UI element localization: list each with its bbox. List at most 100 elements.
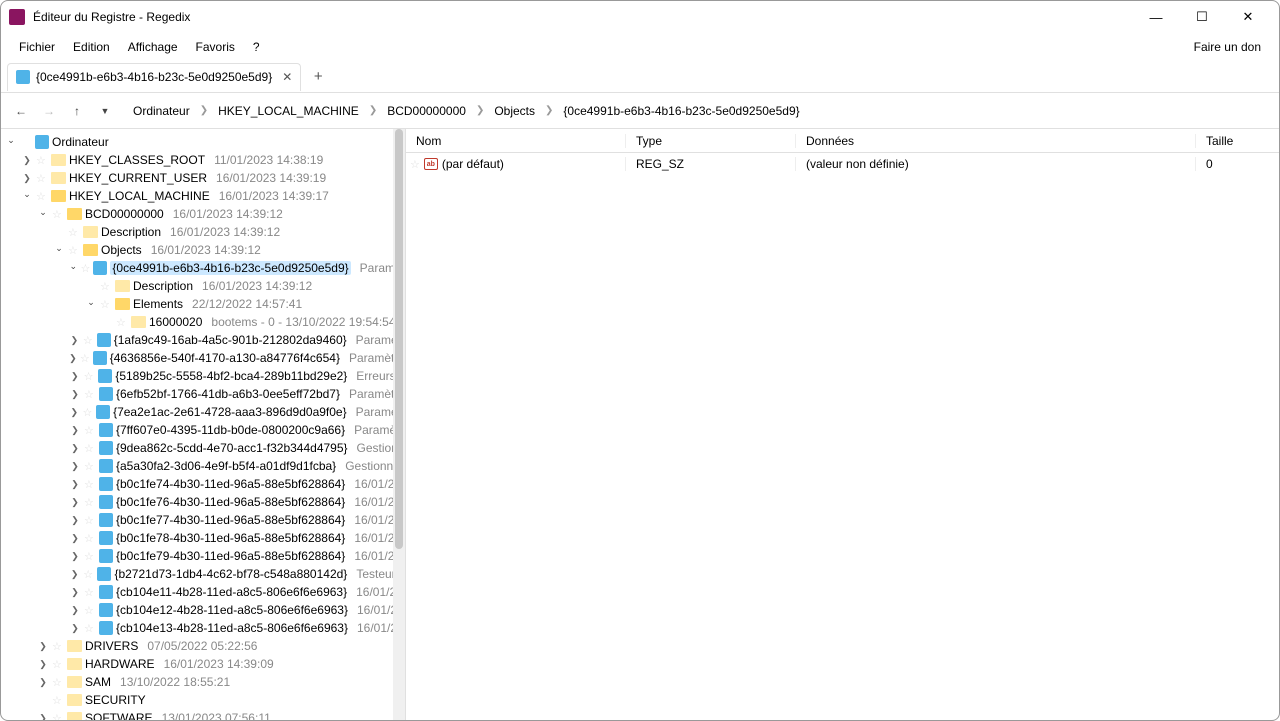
tab-active[interactable]: {0ce4991b-e6b3-4b16-b23c-5e0d9250e5d9} ✕: [7, 63, 301, 91]
star-icon[interactable]: ☆: [84, 514, 96, 527]
expand-icon[interactable]: ❯: [69, 371, 81, 382]
tree-row[interactable]: ❯☆{b0c1fe74-4b30-11ed-96a5-88e5bf628864}…: [1, 475, 405, 493]
tree-row[interactable]: ❯☆{1afa9c49-16ab-4a5c-901b-212802da9460}…: [1, 331, 405, 349]
col-name[interactable]: Nom: [406, 134, 626, 148]
expand-icon[interactable]: ❯: [69, 443, 81, 454]
tree-row[interactable]: ❯☆HKEY_CLASSES_ROOT11/01/2023 14:38:19: [1, 151, 405, 169]
expand-icon[interactable]: ❯: [69, 623, 81, 634]
tab-add-button[interactable]: +: [305, 64, 331, 90]
star-icon[interactable]: ☆: [100, 280, 112, 293]
back-button[interactable]: ←: [9, 99, 33, 123]
expand-icon[interactable]: ❯: [21, 173, 33, 184]
expand-icon[interactable]: ❯: [69, 569, 80, 580]
expand-icon[interactable]: ❯: [69, 515, 81, 526]
col-type[interactable]: Type: [626, 134, 796, 148]
tree-row[interactable]: ☆16000020bootems - 0 - 13/10/2022 19:54:…: [1, 313, 405, 331]
value-row[interactable]: ☆ ab (par défaut) REG_SZ (valeur non déf…: [406, 153, 1279, 175]
maximize-button[interactable]: ☐: [1179, 1, 1225, 33]
close-button[interactable]: ✕: [1225, 1, 1271, 33]
crumb-guid[interactable]: {0ce4991b-e6b3-4b16-b23c-5e0d9250e5d9}: [563, 104, 799, 118]
collapse-icon[interactable]: ⌄: [21, 189, 33, 200]
tree-row[interactable]: ❯☆SAM13/10/2022 18:55:21: [1, 673, 405, 691]
expand-icon[interactable]: ❯: [69, 479, 81, 490]
star-icon[interactable]: ☆: [84, 532, 96, 545]
scroll-thumb[interactable]: [395, 129, 403, 549]
expand-icon[interactable]: ❯: [69, 407, 80, 418]
star-icon[interactable]: ☆: [84, 388, 96, 401]
donate-link[interactable]: Faire un don: [1194, 40, 1271, 54]
star-icon[interactable]: ☆: [36, 190, 48, 203]
tree-row[interactable]: ❯☆{9dea862c-5cdd-4e70-acc1-f32b344d4795}…: [1, 439, 405, 457]
collapse-icon[interactable]: ⌄: [69, 261, 78, 272]
tree-row[interactable]: ❯☆{b0c1fe78-4b30-11ed-96a5-88e5bf628864}…: [1, 529, 405, 547]
tree-row[interactable]: ☆SECURITY: [1, 691, 405, 709]
star-icon[interactable]: ☆: [84, 586, 96, 599]
star-icon[interactable]: ☆: [83, 406, 94, 419]
tree-row[interactable]: ❯☆{b0c1fe79-4b30-11ed-96a5-88e5bf628864}…: [1, 547, 405, 565]
expand-icon[interactable]: ❯: [69, 461, 81, 472]
collapse-icon[interactable]: ⌄: [85, 297, 97, 308]
dropdown-icon[interactable]: ▼: [93, 99, 117, 123]
star-icon[interactable]: ☆: [80, 352, 90, 365]
scrollbar[interactable]: [393, 129, 405, 720]
menu-view[interactable]: Affichage: [128, 40, 178, 54]
tree-row[interactable]: ❯☆{b0c1fe76-4b30-11ed-96a5-88e5bf628864}…: [1, 493, 405, 511]
tree-row[interactable]: ⌄☆BCD0000000016/01/2023 14:39:12: [1, 205, 405, 223]
expand-icon[interactable]: ❯: [69, 605, 81, 616]
star-icon[interactable]: ☆: [84, 550, 96, 563]
star-icon[interactable]: ☆: [83, 568, 94, 581]
expand-icon[interactable]: ❯: [69, 335, 80, 346]
col-size[interactable]: Taille: [1196, 134, 1279, 148]
star-icon[interactable]: ☆: [84, 496, 96, 509]
tree-row[interactable]: ❯☆{7ff607e0-4395-11db-b0de-0800200c9a66}…: [1, 421, 405, 439]
expand-icon[interactable]: ❯: [69, 425, 81, 436]
expand-icon[interactable]: ❯: [69, 353, 77, 364]
tree-row[interactable]: ❯☆{cb104e13-4b28-11ed-a8c5-806e6f6e6963}…: [1, 619, 405, 637]
col-data[interactable]: Données: [796, 134, 1196, 148]
star-icon[interactable]: ☆: [36, 172, 48, 185]
tree-row[interactable]: ❯☆{a5a30fa2-3d06-4e9f-b5f4-a01df9d1fcba}…: [1, 457, 405, 475]
expand-icon[interactable]: ❯: [69, 587, 81, 598]
star-icon[interactable]: ☆: [83, 334, 94, 347]
expand-icon[interactable]: ❯: [69, 389, 81, 400]
crumb-objects[interactable]: Objects: [494, 104, 535, 118]
expand-icon[interactable]: ❯: [21, 155, 33, 166]
expand-icon[interactable]: ❯: [37, 677, 49, 688]
expand-icon[interactable]: ❯: [69, 551, 81, 562]
tree-row[interactable]: ❯☆SOFTWARE13/01/2023 07:56:11: [1, 709, 405, 720]
star-icon[interactable]: ☆: [84, 442, 96, 455]
star-icon[interactable]: ☆: [68, 226, 80, 239]
tree-row[interactable]: ⌄☆HKEY_LOCAL_MACHINE16/01/2023 14:39:17: [1, 187, 405, 205]
tree-row[interactable]: ❯☆{5189b25c-5558-4bf2-bca4-289b11bd29e2}…: [1, 367, 405, 385]
collapse-icon[interactable]: ⌄: [53, 243, 65, 254]
tree-row[interactable]: ❯☆{6efb52bf-1766-41db-a6b3-0ee5eff72bd7}…: [1, 385, 405, 403]
expand-icon[interactable]: ❯: [37, 641, 49, 652]
tree-row[interactable]: ❯☆{4636856e-540f-4170-a130-a84776f4c654}…: [1, 349, 405, 367]
crumb-bcd[interactable]: BCD00000000: [387, 104, 466, 118]
tree-row[interactable]: ❯☆HARDWARE16/01/2023 14:39:09: [1, 655, 405, 673]
star-icon[interactable]: ☆: [84, 604, 96, 617]
star-icon[interactable]: ☆: [84, 478, 96, 491]
tree-row[interactable]: ❯☆{7ea2e1ac-2e61-4728-aaa3-896d9d0a9f0e}…: [1, 403, 405, 421]
star-icon[interactable]: ☆: [52, 694, 64, 707]
tree-row[interactable]: ❯☆{cb104e11-4b28-11ed-a8c5-806e6f6e6963}…: [1, 583, 405, 601]
star-icon[interactable]: ☆: [52, 208, 64, 221]
tree-row[interactable]: ⌄☆{0ce4991b-e6b3-4b16-b23c-5e0d9250e5d9}…: [1, 259, 405, 277]
star-icon[interactable]: ☆: [84, 460, 96, 473]
expand-icon[interactable]: ❯: [37, 659, 49, 670]
tree-row[interactable]: ☆Description16/01/2023 14:39:12: [1, 277, 405, 295]
crumb-hklm[interactable]: HKEY_LOCAL_MACHINE: [218, 104, 359, 118]
tree-row[interactable]: ☆Description16/01/2023 14:39:12: [1, 223, 405, 241]
minimize-button[interactable]: —: [1133, 1, 1179, 33]
star-icon[interactable]: ☆: [84, 370, 96, 383]
star-icon[interactable]: ☆: [100, 298, 112, 311]
star-icon[interactable]: ☆: [81, 262, 91, 275]
tree-row[interactable]: ❯☆{b0c1fe77-4b30-11ed-96a5-88e5bf628864}…: [1, 511, 405, 529]
menu-edit[interactable]: Edition: [73, 40, 110, 54]
menu-file[interactable]: Fichier: [19, 40, 55, 54]
star-icon[interactable]: ☆: [52, 658, 64, 671]
star-icon[interactable]: ☆: [36, 154, 48, 167]
star-icon[interactable]: ☆: [52, 712, 64, 721]
collapse-icon[interactable]: ⌄: [5, 135, 17, 146]
tree-row[interactable]: ⌄☆Elements22/12/2022 14:57:41: [1, 295, 405, 313]
